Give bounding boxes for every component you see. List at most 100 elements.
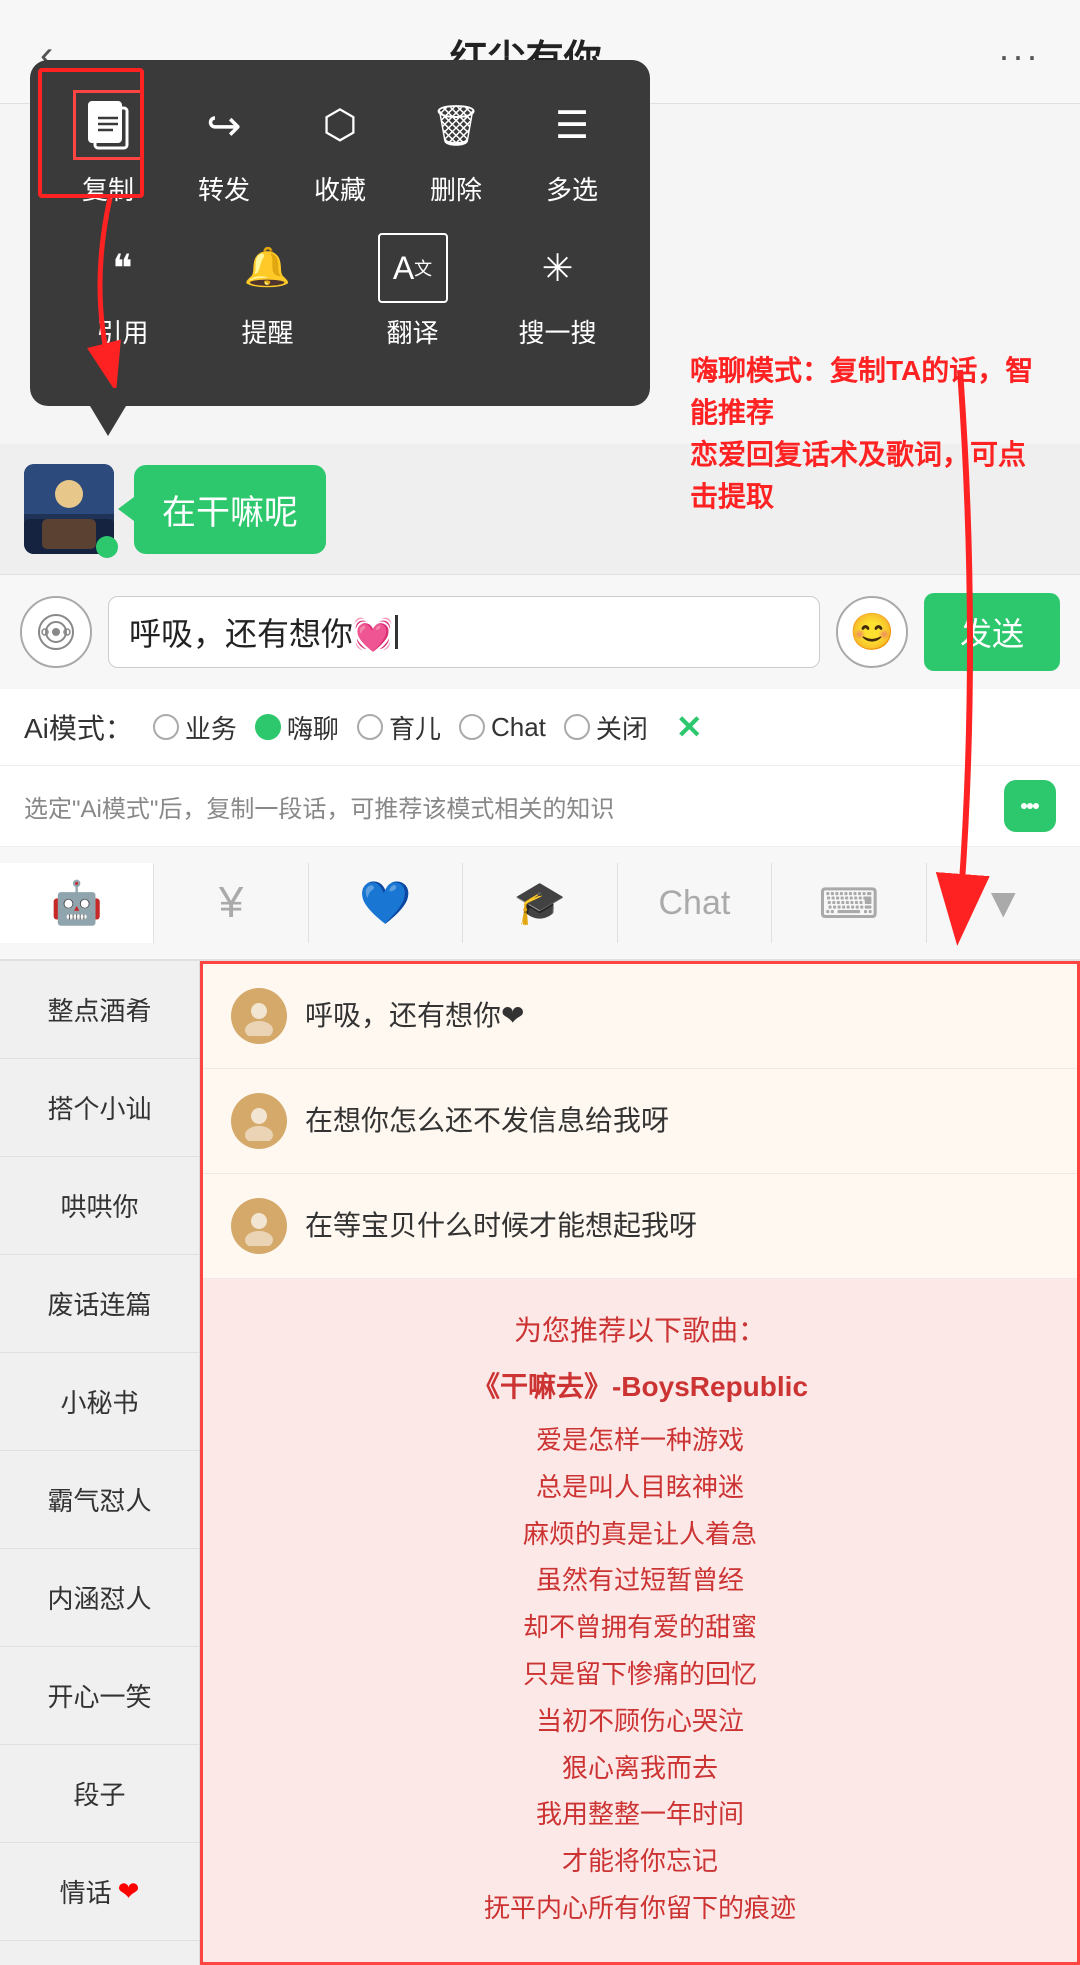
more-button[interactable]: ··· (998, 35, 1040, 77)
sidebar-item-9[interactable]: 情话 ❤ (0, 1843, 199, 1941)
toolbar-expand[interactable]: ▼ (927, 863, 1080, 943)
chat-bubble-text: 在干嘛呢 (162, 494, 298, 532)
info-text: 选定"Ai模式"后，复制一段话，可推荐该模式相关的知识 (24, 789, 614, 824)
input-text: 呼吸，还有想你💓 (129, 609, 393, 655)
chat-small-icon[interactable] (1004, 780, 1056, 832)
search-label: 搜一搜 (518, 313, 596, 350)
translate-icon: A文 (378, 233, 448, 303)
right-panel: 呼吸，还有想你❤ 在想你怎么还不发信息给我呀 在等宝贝什么时候才能想起我呀 (200, 961, 1080, 1965)
multiselect-icon: ☰ (537, 90, 607, 160)
suggestion-2[interactable]: 在等宝贝什么时候才能想起我呀 (203, 1174, 1077, 1279)
main-content: 整点酒肴 搭个小讪 哄哄你 废话连篇 小秘书 霸气怼人 内涵怼人 开心一笑 段子… (0, 961, 1080, 1965)
lyric-line: 总是叫人目眩神迷 (223, 1464, 1057, 1511)
quote-label: 引用 (96, 313, 148, 350)
keyboard-icon: ⌨ (819, 879, 880, 928)
context-multiselect[interactable]: ☰ 多选 (527, 90, 617, 207)
sidebar-item-5[interactable]: 霸气怼人 (0, 1451, 199, 1549)
mode-chat-label: Chat (491, 712, 546, 743)
suggestion-avatar-2 (231, 1198, 287, 1254)
suggestion-text-0: 呼吸，还有想你❤ (305, 996, 524, 1035)
message-input[interactable]: 呼吸，还有想你💓 (108, 596, 820, 668)
context-collect[interactable]: ⬡ 收藏 (295, 90, 385, 207)
ai-mode-options: 业务 嗨聊 育儿 Chat 关闭 (153, 709, 648, 746)
context-search[interactable]: ✳ 搜一搜 (513, 233, 603, 350)
text-cursor (395, 615, 398, 649)
delete-icon: 🗑 (421, 90, 491, 160)
context-menu-row-1: 复制 ↪ 转发 ⬡ 收藏 🗑 删除 ☰ 多选 (50, 90, 630, 207)
translate-label: 翻译 (386, 313, 438, 350)
suggestion-text-1: 在想你怎么还不发信息给我呀 (305, 1101, 669, 1140)
mode-yewu-label: 业务 (185, 709, 237, 746)
lyric-line: 只是留下惨痛的回忆 (223, 1651, 1057, 1698)
mode-yewu[interactable]: 业务 (153, 709, 237, 746)
radio-close (564, 714, 590, 740)
context-menu: 复制 ↪ 转发 ⬡ 收藏 🗑 删除 ☰ 多选 ❝ 引用 🔔 提醒 A文 翻译 (30, 60, 650, 406)
sidebar-qinghua-label: 情话 (60, 1873, 112, 1910)
song-lyrics: 爱是怎样一种游戏总是叫人目眩神迷麻烦的真是让人着急虽然有过短暂曾经却不曾拥有爱的… (223, 1417, 1057, 1932)
forward-icon: ↪ (189, 90, 259, 160)
heart-icon: 💙 (359, 879, 411, 928)
sidebar-item-7[interactable]: 开心一笑 (0, 1647, 199, 1745)
suggestion-avatar-0 (231, 988, 287, 1044)
lyric-line: 爱是怎样一种游戏 (223, 1417, 1057, 1464)
expand-icon: ▼ (982, 879, 1024, 927)
mode-close[interactable]: 关闭 (564, 709, 648, 746)
mode-haijiao[interactable]: 嗨聊 (255, 709, 339, 746)
sidebar-item-6[interactable]: 内涵怼人 (0, 1549, 199, 1647)
song-rec-title: 为您推荐以下歌曲： (223, 1309, 1057, 1349)
annotation-content: 嗨聊模式：复制TA的话，智能推荐恋爱回复话术及歌词，可点击提取 (690, 355, 1033, 512)
copy-label: 复制 (82, 170, 134, 207)
ai-mode-label: Ai模式： (24, 707, 133, 747)
lyric-line: 狠心离我而去 (223, 1745, 1057, 1792)
sidebar-item-3[interactable]: 废话连篇 (0, 1255, 199, 1353)
mode-chat[interactable]: Chat (459, 712, 546, 743)
sidebar-item-0[interactable]: 整点酒肴 (0, 961, 199, 1059)
toolbar-money[interactable]: ¥ (154, 863, 308, 943)
suggestion-1[interactable]: 在想你怎么还不发信息给我呀 (203, 1069, 1077, 1174)
context-remind[interactable]: 🔔 提醒 (223, 233, 313, 350)
avatar-container (24, 464, 114, 554)
radio-haijiao (255, 714, 281, 740)
lyric-line: 我用整整一年时间 (223, 1791, 1057, 1838)
context-copy[interactable]: 复制 (63, 90, 153, 207)
context-translate[interactable]: A文 翻译 (368, 233, 458, 350)
toolbar-heart[interactable]: 💙 (309, 863, 463, 943)
sidebar-item-8[interactable]: 段子 (0, 1745, 199, 1843)
toolbar-graduate[interactable]: 🎓 (463, 863, 617, 943)
song-recommendation: 为您推荐以下歌曲： 《干嘛去》-BoysRepublic 爱是怎样一种游戏总是叫… (203, 1279, 1077, 1962)
sidebar-item-2[interactable]: 哄哄你 (0, 1157, 199, 1255)
song-main-title: 《干嘛去》-BoysRepublic (223, 1365, 1057, 1405)
close-ai-button[interactable]: ✕ (676, 708, 703, 746)
mode-close-label: 关闭 (596, 709, 648, 746)
yuan-icon: ¥ (219, 878, 243, 928)
send-button[interactable]: 发送 (924, 593, 1060, 671)
emoji-button[interactable]: 😊 (836, 596, 908, 668)
suggestion-0[interactable]: 呼吸，还有想你❤ (203, 964, 1077, 1069)
context-quote[interactable]: ❝ 引用 (78, 233, 168, 350)
lyric-line: 抚平内心所有你留下的痕迹 (223, 1885, 1057, 1932)
sidebar-item-4[interactable]: 小秘书 (0, 1353, 199, 1451)
context-forward[interactable]: ↪ 转发 (179, 90, 269, 207)
online-indicator (96, 536, 118, 558)
mode-yuer-label: 育儿 (389, 709, 441, 746)
toolbar-ai-chat[interactable]: 🤖 (0, 863, 154, 943)
context-menu-row-2: ❝ 引用 🔔 提醒 A文 翻译 ✳ 搜一搜 (50, 233, 630, 350)
mode-yuer[interactable]: 育儿 (357, 709, 441, 746)
remind-icon: 🔔 (233, 233, 303, 303)
toolbar-chat-text[interactable]: Chat (618, 863, 772, 943)
search-icon: ✳ (523, 233, 593, 303)
robot-icon: 🤖 (51, 879, 103, 928)
toolbar-row: 🤖 ¥ 💙 🎓 Chat ⌨ ▼ (0, 847, 1080, 961)
suggestion-text-2: 在等宝贝什么时候才能想起我呀 (305, 1206, 697, 1245)
ai-mode-bar: Ai模式： 业务 嗨聊 育儿 Chat 关闭 ✕ (0, 689, 1080, 766)
remind-label: 提醒 (241, 313, 293, 350)
voice-button[interactable] (20, 596, 92, 668)
toolbar-keyboard[interactable]: ⌨ (772, 863, 926, 943)
mode-haijiao-label: 嗨聊 (287, 709, 339, 746)
lyric-line: 才能将你忘记 (223, 1838, 1057, 1885)
context-delete[interactable]: 🗑 删除 (411, 90, 501, 207)
collect-label: 收藏 (314, 170, 366, 207)
quote-icon: ❝ (88, 233, 158, 303)
info-bar: 选定"Ai模式"后，复制一段话，可推荐该模式相关的知识 (0, 766, 1080, 847)
sidebar-item-1[interactable]: 搭个小讪 (0, 1059, 199, 1157)
